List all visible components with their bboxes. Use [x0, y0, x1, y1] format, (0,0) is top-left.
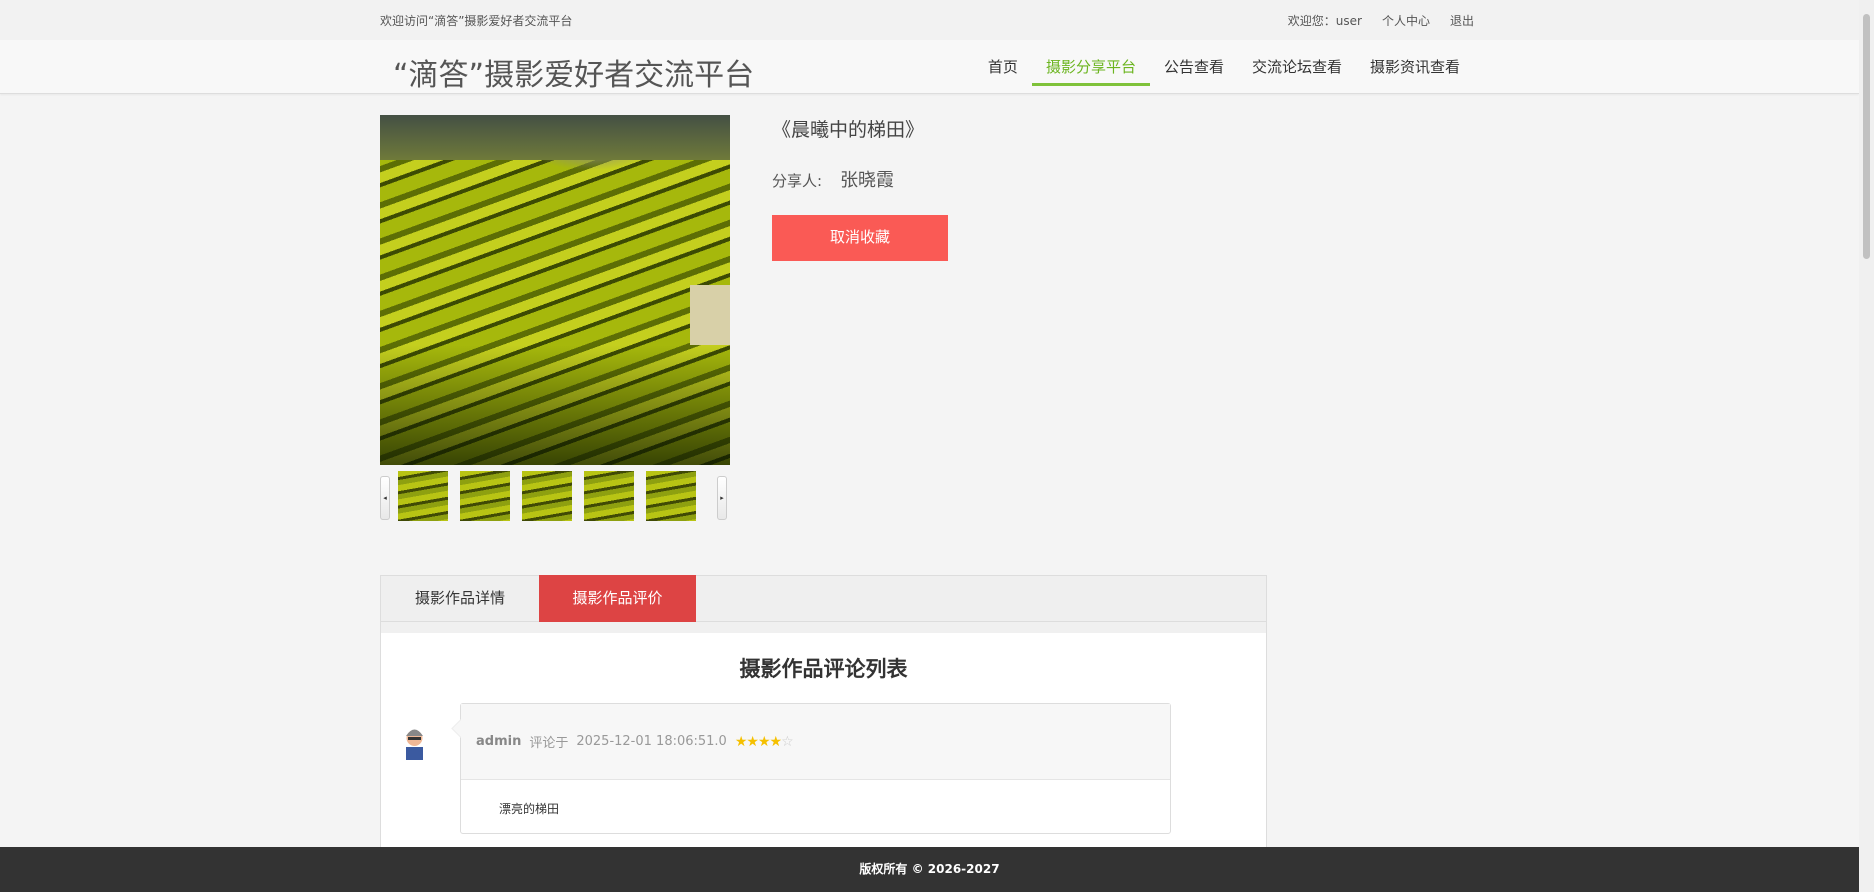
top-bar: 欢迎访问“滴答”摄影爱好者交流平台 欢迎您：user 个人中心 退出	[0, 0, 1859, 40]
profile-link[interactable]: 个人中心	[1382, 12, 1430, 29]
thumbnail[interactable]	[584, 471, 634, 521]
site-logo[interactable]: “滴答”摄影爱好者交流平台	[393, 50, 754, 94]
reviews-panel: 摄影作品评论列表 admin 评论于 2025-12-01 18:06:51.0…	[380, 633, 1267, 847]
star-filled-icon: ★	[734, 733, 748, 750]
nav-news[interactable]: 摄影资讯查看	[1356, 40, 1474, 94]
thumbnail[interactable]	[522, 471, 572, 521]
comment-user[interactable]: admin	[476, 734, 521, 749]
rating-stars: ★★★★☆	[734, 733, 794, 750]
nav-forum[interactable]: 交流论坛查看	[1238, 40, 1356, 94]
welcome-text: 欢迎访问“滴答”摄影爱好者交流平台	[380, 14, 573, 28]
tab-bar: 摄影作品详情 摄影作品评价	[380, 575, 1267, 622]
thumb-prev-button[interactable]: ◂	[380, 476, 390, 520]
nav-photo-share[interactable]: 摄影分享平台	[1031, 40, 1150, 94]
footer: 版权所有 © 2026-2027	[0, 847, 1859, 892]
comment-card: admin 评论于 2025-12-01 18:06:51.0 ★★★★☆ 漂亮…	[460, 703, 1171, 834]
star-filled-icon: ★	[746, 733, 759, 750]
main-nav: “滴答”摄影爱好者交流平台 首页 摄影分享平台 公告查看 交流论坛查看 摄影资讯…	[0, 40, 1859, 94]
thumbnail[interactable]	[398, 471, 448, 521]
comment-time: 2025-12-01 18:06:51.0	[576, 734, 727, 749]
main-photo	[380, 115, 730, 465]
unfavorite-button[interactable]: 取消收藏	[772, 215, 948, 261]
sharer-row: 分享人: 张晓霞	[772, 166, 894, 192]
tab-work-reviews[interactable]: 摄影作品评价	[539, 575, 696, 622]
star-empty-icon: ☆	[781, 733, 794, 750]
logout-link[interactable]: 退出	[1450, 12, 1474, 29]
comment-said: 评论于	[529, 736, 569, 751]
avatar-icon	[406, 729, 423, 760]
thumbnail-strip: ◂ ▸	[380, 471, 730, 521]
nav-announcements[interactable]: 公告查看	[1150, 40, 1238, 94]
thumbnail[interactable]	[460, 471, 510, 521]
tab-work-details[interactable]: 摄影作品详情	[381, 575, 539, 622]
reviews-heading: 摄影作品评论列表	[739, 657, 908, 681]
thumbnail[interactable]	[646, 471, 696, 521]
comment-text: 漂亮的梯田	[499, 802, 560, 816]
user-greeting: 欢迎您：user	[1287, 14, 1362, 28]
star-filled-icon: ★	[757, 733, 771, 750]
sharer-label: 分享人:	[772, 172, 823, 190]
work-title: 《晨曦中的梯田》	[772, 119, 925, 141]
sharer-name: 张晓霞	[840, 170, 895, 191]
star-filled-icon: ★	[769, 733, 783, 750]
thumb-next-button[interactable]: ▸	[717, 476, 727, 520]
scrollbar[interactable]	[1859, 0, 1874, 892]
nav-home[interactable]: 首页	[974, 40, 1032, 94]
